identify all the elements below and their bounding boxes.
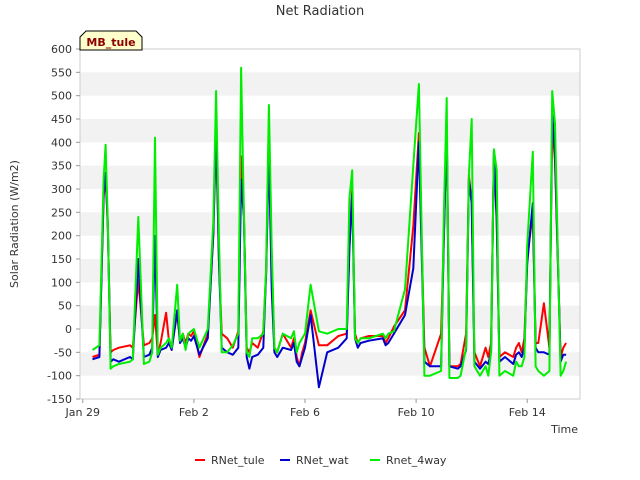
x-tick-label: Jan 29 xyxy=(65,406,100,419)
x-axis-label: Time xyxy=(550,423,578,436)
y-axis-ticks: -150 -100 -50 0 50 100 150 200 250 300 350 400 450 50… xyxy=(47,43,80,406)
legend-label: RNet_wat xyxy=(296,454,349,467)
y-tick-label: 350 xyxy=(51,160,72,173)
net-radiation-chart: -150 -100 -50 0 50 100 150 200 250 300 350 400 450 50… xyxy=(8,4,581,467)
y-tick-label: 200 xyxy=(51,230,72,243)
plot-band xyxy=(80,212,580,236)
site-badge: MB_tule xyxy=(79,30,143,51)
y-tick-label: 150 xyxy=(51,253,72,266)
x-tick-label: Feb 14 xyxy=(509,406,546,419)
plot-band xyxy=(80,72,580,96)
y-tick-label: -100 xyxy=(47,370,72,383)
legend-label: Rnet_4way xyxy=(386,454,447,467)
y-tick-label: 600 xyxy=(51,43,72,56)
x-tick-label: Feb 6 xyxy=(290,406,320,419)
y-tick-label: 500 xyxy=(51,90,72,103)
y-tick-label: -50 xyxy=(54,346,72,359)
y-tick-label: 250 xyxy=(51,206,72,219)
y-tick-label: 400 xyxy=(51,136,72,149)
x-axis-ticks: Jan 29 Feb 2 Feb 6 Feb 10 Feb 14 xyxy=(65,399,546,419)
y-tick-label: 450 xyxy=(51,113,72,126)
site-badge-label: MB_tule xyxy=(86,36,135,49)
y-tick-label: 0 xyxy=(65,323,72,336)
y-tick-label: -150 xyxy=(47,393,72,406)
y-tick-label: 550 xyxy=(51,66,72,79)
plot-background-bands xyxy=(80,72,580,376)
x-tick-label: Feb 2 xyxy=(179,406,209,419)
y-axis-label: Solar Radiation (W/m2) xyxy=(8,160,21,288)
chart-title: Net Radiation xyxy=(276,4,364,19)
legend: RNet_tule RNet_wat Rnet_4way xyxy=(195,454,447,467)
y-tick-label: 100 xyxy=(51,276,72,289)
y-tick-label: 50 xyxy=(58,300,72,313)
legend-label: RNet_tule xyxy=(211,454,265,467)
y-tick-label: 300 xyxy=(51,183,72,196)
x-tick-label: Feb 10 xyxy=(398,406,435,419)
